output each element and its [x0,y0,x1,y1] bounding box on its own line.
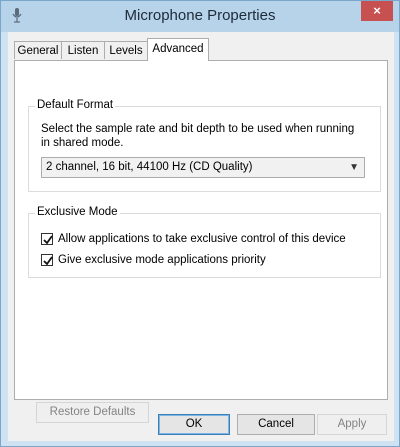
advanced-tab-panel: Default Format Select the sample rate an… [14,60,388,423]
exclusive-control-checkbox[interactable] [41,233,53,245]
apply-button[interactable]: Apply [317,414,387,435]
default-format-description: Select the sample rate and bit depth to … [41,123,355,149]
ok-button[interactable]: OK [158,414,230,435]
checkmark-icon [43,235,53,245]
properties-window: Microphone Properties × General Listen L… [0,0,400,447]
cancel-button[interactable]: Cancel [237,414,315,435]
tab-advanced[interactable]: Advanced [147,38,209,61]
title-bar[interactable]: Microphone Properties × [1,1,399,32]
checkmark-icon [43,256,53,266]
tab-strip: General Listen Levels Advanced [14,38,386,61]
tab-levels[interactable]: Levels [104,41,148,59]
default-format-group: Default Format Select the sample rate an… [28,99,381,192]
sample-format-value: 2 channel, 16 bit, 44100 Hz (CD Quality) [46,161,253,173]
dialog-client-area: General Listen Levels Advanced Default F… [8,32,394,441]
restore-defaults-button[interactable]: Restore Defaults [36,402,149,423]
close-icon: × [373,3,381,18]
tab-listen[interactable]: Listen [61,41,105,59]
close-button[interactable]: × [361,1,393,21]
default-format-title: Default Format [35,99,116,111]
window-title: Microphone Properties [124,7,276,24]
exclusive-priority-checkbox[interactable] [41,254,53,266]
chevron-down-icon: ▼ [349,162,359,173]
exclusive-control-label: Allow applications to take exclusive con… [58,233,346,245]
exclusive-priority-label: Give exclusive mode applications priorit… [58,254,266,266]
sample-format-dropdown[interactable]: 2 channel, 16 bit, 44100 Hz (CD Quality)… [41,157,365,178]
tab-general[interactable]: General [14,41,62,59]
exclusive-mode-group: Exclusive Mode Allow applications to tak… [28,206,381,278]
exclusive-mode-title: Exclusive Mode [35,206,120,218]
